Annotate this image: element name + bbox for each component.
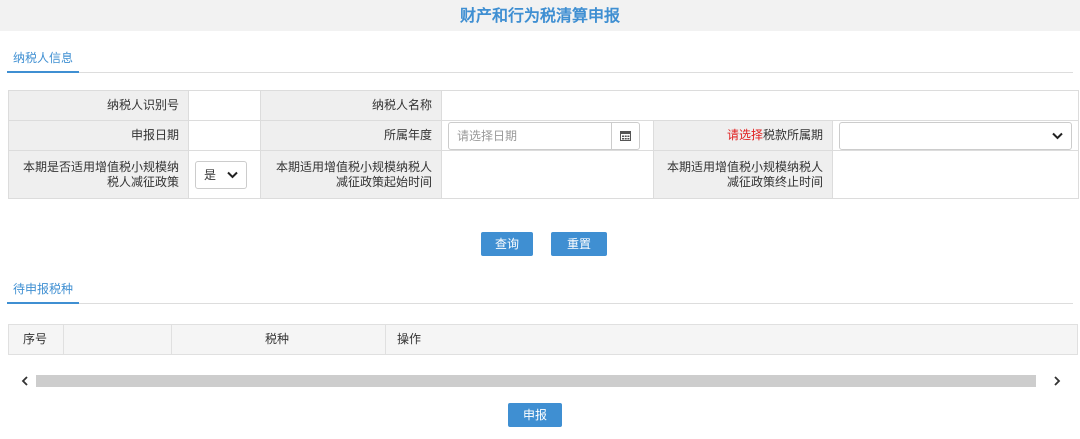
query-button[interactable]: 查询: [481, 232, 533, 256]
column-divider: [385, 325, 386, 354]
policy-start-label: 本期适用增值税小规模纳税人减征政策起始时间: [260, 150, 442, 199]
tab-pending-tax-types[interactable]: 待申报税种: [7, 278, 80, 304]
horizontal-scrollbar[interactable]: [18, 374, 1070, 388]
column-header-tax-type: 税种: [265, 332, 290, 346]
column-divider: [171, 325, 172, 354]
taxpayer-id-label: 纳税人识别号: [8, 90, 189, 121]
column-divider: [63, 325, 64, 354]
pending-tax-table-header: 序号 税种 操作: [8, 324, 1078, 355]
small-scale-policy-label: 本期是否适用增值税小规模纳税人减征政策: [8, 150, 189, 199]
declare-date-label: 申报日期: [8, 120, 189, 151]
tab-taxpayer-info[interactable]: 纳税人信息: [7, 47, 80, 73]
scroll-right-icon[interactable]: [1050, 374, 1064, 388]
small-scale-policy-selected: 是: [204, 168, 217, 182]
chevron-down-icon: [227, 171, 238, 178]
calendar-icon[interactable]: [611, 122, 639, 149]
reset-button[interactable]: 重置: [551, 232, 607, 256]
policy-start-value: [441, 150, 654, 199]
column-header-index: 序号: [23, 332, 48, 346]
page-title: 财产和行为税清算申报: [459, 6, 620, 25]
tax-year-date-picker[interactable]: [448, 121, 640, 150]
scroll-left-icon[interactable]: [18, 374, 32, 388]
required-marker: 请选择: [726, 128, 763, 142]
tax-period-cell: [831, 120, 1080, 151]
taxpayer-info-tab-bar: 纳税人信息: [7, 47, 1073, 73]
declare-date-value: [188, 120, 261, 151]
tax-period-select[interactable]: [839, 121, 1073, 150]
small-scale-policy-cell: 是: [188, 150, 261, 199]
page-title-bar: 财产和行为税清算申报: [0, 0, 1080, 31]
scrollbar-thumb[interactable]: [36, 375, 1036, 387]
tax-period-label-text: 税款所属期: [762, 128, 823, 142]
taxpayer-id-value: [188, 90, 261, 121]
tax-period-label: 请选择税款所属期: [653, 120, 833, 151]
tax-year-input[interactable]: [449, 122, 611, 149]
policy-end-value: [831, 150, 1080, 199]
submit-declaration-button[interactable]: 申报: [508, 403, 562, 427]
tax-year-label: 所属年度: [260, 120, 442, 151]
chevron-down-icon: [1052, 132, 1063, 139]
taxpayer-name-label: 纳税人名称: [260, 90, 442, 121]
taxpayer-name-value: [440, 90, 1080, 121]
small-scale-policy-select[interactable]: 是: [195, 160, 247, 189]
taxpayer-info-form: 纳税人识别号 纳税人名称 申报日期 所属年度 请选择日期 请选择税款所属期 本期…: [8, 90, 1080, 199]
pending-tax-tab-bar: 待申报税种: [7, 278, 1073, 304]
policy-end-label: 本期适用增值税小规模纳税人减征政策终止时间: [653, 150, 833, 199]
column-header-actions: 操作: [397, 332, 422, 346]
tax-year-cell: [441, 120, 654, 151]
